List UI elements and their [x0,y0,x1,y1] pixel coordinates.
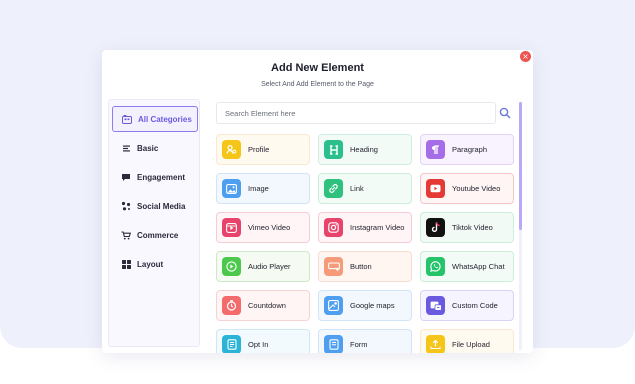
search-placeholder: Search Element here [225,108,296,118]
element-card-label: WhatsApp Chat [452,262,505,271]
chat-icon [120,173,132,182]
element-card-countdown[interactable]: Countdown [216,290,310,321]
element-card-label: Google maps [350,301,395,310]
category-sidebar: All Categories Basic Engagement Social M… [108,99,200,347]
element-card-google-maps[interactable]: Google maps [318,290,412,321]
element-card-form[interactable]: Form [318,329,412,353]
search-icon[interactable] [498,106,512,120]
element-card-tiktok-video[interactable]: Tiktok Video [420,212,514,243]
map-icon [324,296,343,315]
instagram-icon [324,218,343,237]
image-icon [222,179,241,198]
element-card-label: Profile [248,145,270,154]
cart-icon [120,230,132,240]
tiktok-icon [426,218,445,237]
element-card-label: Instagram Video [350,223,405,232]
form-icon [324,335,343,353]
youtube-icon [426,179,445,198]
sidebar-item-basic[interactable]: Basic [112,135,198,161]
countdown-icon [222,296,241,315]
sidebar-item-social-media[interactable]: Social Media [112,193,198,219]
element-card-button[interactable]: Button [318,251,412,282]
sidebar-item-label: Commerce [137,230,179,240]
sidebar-item-label: Social Media [137,201,186,211]
list-icon [120,145,132,152]
element-card-heading[interactable]: Heading [318,134,412,165]
modal-title: Add New Element [271,62,364,74]
paragraph-icon [426,140,445,159]
close-button[interactable]: × [520,51,531,62]
element-card-profile[interactable]: Profile [216,134,310,165]
share-nodes-icon [120,201,132,211]
element-card-label: Image [248,184,269,193]
element-card-opt-in[interactable]: Opt In [216,329,310,353]
optin-icon [222,335,241,353]
element-card-audio-player[interactable]: Audio Player [216,251,310,282]
scrollbar-thumb[interactable] [519,102,522,230]
grid-folder-icon [121,114,133,124]
sidebar-item-all-categories[interactable]: All Categories [112,106,198,132]
element-card-label: Paragraph [452,145,488,154]
link-icon [324,179,343,198]
element-card-label: Link [350,184,364,193]
element-card-file-upload[interactable]: File Upload [420,329,514,353]
sidebar-item-label: All Categories [138,114,192,124]
element-card-label: Button [350,262,372,271]
add-element-modal: Add New Element Select And Add Element t… [102,50,533,353]
element-card-youtube-video[interactable]: Youtube Video [420,173,514,204]
element-card-label: Audio Player [248,262,291,271]
search-input[interactable]: Search Element here [216,102,496,124]
element-card-image[interactable]: Image [216,173,310,204]
element-card-label: Form [350,340,368,349]
modal-subtitle: Select And Add Element to the Page [261,81,374,88]
sidebar-item-engagement[interactable]: Engagement [112,164,198,190]
heading-icon [324,140,343,159]
element-card-whatsapp-chat[interactable]: WhatsApp Chat [420,251,514,282]
sidebar-item-label: Layout [137,259,164,269]
element-card-vimeo-video[interactable]: Vimeo Video [216,212,310,243]
element-card-label: File Upload [452,340,490,349]
sidebar-item-commerce[interactable]: Commerce [112,222,198,248]
audio-icon [222,257,241,276]
element-card-label: Countdown [248,301,286,310]
element-card-label: Tiktok Video [452,223,493,232]
sidebar-item-label: Engagement [137,172,186,182]
element-card-instagram-video[interactable]: Instagram Video [318,212,412,243]
button-icon [324,257,343,276]
element-card-label: Opt In [248,340,269,349]
code-icon [426,296,445,315]
sidebar-item-layout[interactable]: Layout [112,251,198,277]
element-card-label: Vimeo Video [248,223,291,232]
sidebar-item-label: Basic [137,143,159,153]
element-card-label: Heading [350,145,378,154]
profile-icon [222,140,241,159]
whatsapp-icon [426,257,445,276]
element-card-paragraph[interactable]: Paragraph [420,134,514,165]
vimeo-icon [222,218,241,237]
upload-icon [426,335,445,353]
element-card-link[interactable]: Link [318,173,412,204]
layout-grid-icon [120,259,132,269]
element-card-custom-code[interactable]: Custom Code [420,290,514,321]
element-card-label: Custom Code [452,301,498,310]
element-card-label: Youtube Video [452,184,501,193]
